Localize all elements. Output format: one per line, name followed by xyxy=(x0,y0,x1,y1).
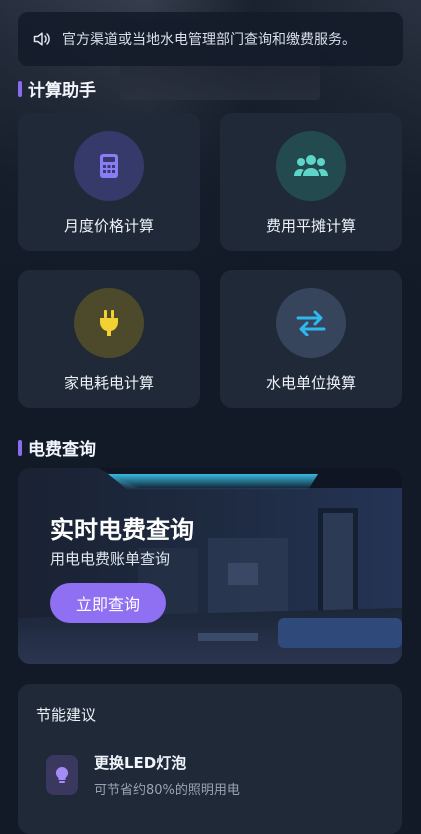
section-marker xyxy=(18,80,22,97)
card-label: 水电单位换算 xyxy=(265,374,356,392)
tip-description: 可节省约80%的照明用电 xyxy=(94,783,240,798)
exchange-icon xyxy=(296,310,326,336)
users-icon-circle xyxy=(276,131,346,201)
speaker-icon[interactable] xyxy=(32,29,52,49)
section-marker xyxy=(18,439,22,456)
lightbulb-icon xyxy=(55,766,69,783)
card-label: 费用平摊计算 xyxy=(265,217,356,235)
section-calculator: 计算助手 xyxy=(18,76,96,101)
energy-tips-card: 节能建议 更换LED灯泡 可节省约80%的照明用电 xyxy=(18,684,402,834)
plug-icon xyxy=(100,310,118,336)
notice-bar: 官方渠道或当地水电管理部门查询和缴费服务。 xyxy=(18,12,403,66)
exchange-icon-circle xyxy=(276,288,346,358)
card-monthly-price[interactable]: 月度价格计算 xyxy=(18,113,200,251)
section-title-calculator: 计算助手 xyxy=(28,81,96,101)
card-label: 月度价格计算 xyxy=(63,217,154,235)
bill-query-banner[interactable]: 实时电费查询 用电电费账单查询 立即查询 xyxy=(18,468,402,664)
card-label: 家电耗电计算 xyxy=(63,374,154,392)
section-title-bill: 电费查询 xyxy=(28,440,96,460)
card-appliance-power[interactable]: 家电耗电计算 xyxy=(18,270,200,408)
query-now-button[interactable]: 立即查询 xyxy=(50,583,166,623)
plug-icon-circle xyxy=(74,288,144,358)
banner-subtitle: 用电电费账单查询 xyxy=(50,550,171,568)
calculator-icon-circle xyxy=(74,131,144,201)
tip-item[interactable]: 更换LED灯泡 可节省约80%的照明用电 xyxy=(46,752,240,798)
tips-title: 节能建议 xyxy=(36,706,97,724)
tip-title: 更换LED灯泡 xyxy=(94,754,187,772)
calculator-icon xyxy=(100,154,118,178)
card-unit-conversion[interactable]: 水电单位换算 xyxy=(220,270,402,408)
banner-title: 实时电费查询 xyxy=(50,516,194,544)
lightbulb-icon-box xyxy=(46,755,78,795)
notice-text: 官方渠道或当地水电管理部门查询和缴费服务。 xyxy=(62,32,356,48)
section-bill: 电费查询 xyxy=(18,435,96,460)
card-cost-split[interactable]: 费用平摊计算 xyxy=(220,113,402,251)
users-icon xyxy=(294,155,328,176)
